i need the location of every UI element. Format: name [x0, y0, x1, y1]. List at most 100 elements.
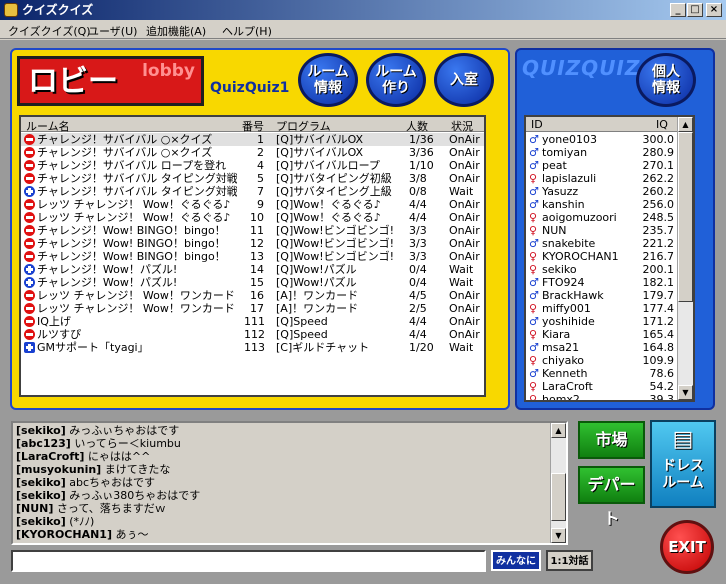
window-titlebar[interactable]: クイズクイズ — [0, 0, 726, 20]
table-row[interactable]: ルツすぴ 112 [Q]Speed 4/4 OnAir — [21, 328, 484, 341]
user-iq: 300.0 — [642, 133, 675, 146]
user-iq: 200.1 — [642, 263, 675, 276]
user-row[interactable]: ♂ Yasuzz 260.2 — [526, 185, 681, 198]
exit-button[interactable]: EXIT — [660, 520, 714, 574]
table-row[interactable]: レッツ チャレンジ！ Wow！ぐるぐる♪ 10 [Q]Wow！ぐるぐる♪ 4/4 OnA… — [21, 211, 484, 224]
col-number[interactable]: 番号 — [242, 118, 264, 134]
maximize-button[interactable]: □ — [687, 3, 703, 17]
chat-scroll-down-icon[interactable]: ▼ — [551, 528, 566, 543]
user-row[interactable]: ♀ Kiara 165.4 — [526, 328, 681, 341]
user-row[interactable]: ♂ FTO924 182.1 — [526, 276, 681, 289]
menu-addons[interactable]: 追加機能(A) — [146, 23, 206, 39]
profile-button[interactable]: 個人 情報 — [636, 53, 696, 107]
user-row[interactable]: ♂ tomiyan 280.9 — [526, 146, 681, 159]
room-info-button[interactable]: ルーム 情報 — [298, 53, 358, 107]
chat-input[interactable] — [11, 550, 486, 572]
lobby-logo-text: ロビー — [28, 64, 118, 99]
dress-room-button[interactable]: ▤ ドレス ルーム — [650, 420, 716, 508]
chat-text: にゃはは^^ — [84, 450, 151, 463]
table-row[interactable]: レッツ チャレンジ！ Wow！ワンカード 16 [A]！ワンカード 4/5 OnAir — [21, 289, 484, 302]
female-icon: ♀ — [529, 380, 538, 393]
table-row[interactable]: レッツ チャレンジ！ Wow！ぐるぐる♪ 9 [Q]Wow！ぐるぐる♪ 4/4 OnAi… — [21, 198, 484, 211]
user-row[interactable]: ♀ miffy001 177.4 — [526, 302, 681, 315]
room-number: 14 — [250, 263, 264, 276]
table-row[interactable]: チャレンジ！Wow! BINGO！bingo！ 12 [Q]Wow!ビンゴビンゴ! 3… — [21, 237, 484, 250]
room-name: チャレンジ！サバイバル ○×クイズ — [37, 146, 213, 159]
user-row[interactable]: ♀ LaraCroft 54.2 — [526, 380, 681, 393]
menu-help[interactable]: ヘルプ(H) — [222, 23, 272, 39]
user-id: miffy001 — [542, 302, 591, 315]
user-row[interactable]: ♀ sekiko 200.1 — [526, 263, 681, 276]
room-name: レッツ チャレンジ！ Wow！ぐるぐる♪ — [37, 211, 231, 224]
chat-scroll-thumb[interactable] — [551, 473, 566, 521]
table-row[interactable]: レッツ チャレンジ！ Wow！ワンカード 17 [A]！ワンカード 2/5 OnAir — [21, 302, 484, 315]
user-row[interactable]: ♂ Kenneth 78.6 — [526, 367, 681, 380]
market-button[interactable]: 市場 — [578, 421, 645, 459]
col-count[interactable]: 人数 — [406, 118, 428, 134]
everyone-button[interactable]: みんなに — [491, 550, 541, 571]
male-icon: ♂ — [529, 198, 539, 211]
col-iq[interactable]: IQ — [656, 118, 668, 131]
user-row[interactable]: ♀ homx2 39.3 — [526, 393, 681, 400]
table-row[interactable]: チャレンジ！サバイバル タイピング対戦 7 [Q]サバタイピング上級 0/8 Wait — [21, 185, 484, 198]
table-row[interactable]: チャレンジ！サバイバル ○×クイズ 2 [Q]サバイバルOX 3/36 OnAir — [21, 146, 484, 159]
table-row[interactable]: チャレンジ！Wow！パズル! 14 [Q]Wow!パズル 0/4 Wait — [21, 263, 484, 276]
close-button[interactable]: × — [706, 3, 722, 17]
user-row[interactable]: ♀ NUN 235.7 — [526, 224, 681, 237]
user-row[interactable]: ♂ yoshihide 171.2 — [526, 315, 681, 328]
room-program: [A]！ワンカード — [276, 302, 359, 315]
user-row[interactable]: ♂ snakebite 221.2 — [526, 237, 681, 250]
room-full-icon — [24, 290, 35, 301]
menu-user[interactable]: ユーザ(U) — [88, 23, 137, 39]
col-id[interactable]: ID — [531, 118, 543, 131]
user-id: msa21 — [542, 341, 580, 354]
chat-message: [musyokunin] まけてきたな — [16, 464, 170, 476]
user-row[interactable]: ♀ chiyako 109.9 — [526, 354, 681, 367]
department-store-button[interactable]: デパート — [578, 466, 645, 528]
table-row[interactable]: チャレンジ！サバイバル ロープを登れ 4 [Q]サバイバルロープ 1/10 OnAir — [21, 159, 484, 172]
table-row[interactable]: チャレンジ！Wow! BINGO！bingo！ 13 [Q]Wow!ビンゴビンゴ! 3… — [21, 250, 484, 263]
user-list-header: ID IQ — [526, 117, 693, 132]
enter-room-button[interactable]: 入室 — [434, 53, 494, 107]
lobby-logo: ロビー lobby — [17, 56, 204, 106]
table-row[interactable]: IQ上げ 111 [Q]Speed 4/4 OnAir — [21, 315, 484, 328]
user-row[interactable]: ♀ KYOROCHAN1 216.7 — [526, 250, 681, 263]
chat-message: [NUN] さって、落ちますだｗ — [16, 503, 166, 515]
chat-message: [sekiko] (*ﾉﾉ) — [16, 516, 94, 528]
user-row[interactable]: ♂ kanshin 256.0 — [526, 198, 681, 211]
user-iq: 182.1 — [642, 276, 675, 289]
chat-scroll-up-icon[interactable]: ▲ — [551, 423, 566, 438]
room-count: 0/8 — [409, 185, 427, 198]
room-program: [Q]Wow!パズル — [276, 263, 357, 276]
menu-quiz[interactable]: クイズクイズ(Q) — [8, 23, 91, 39]
table-row[interactable]: チャレンジ！Wow! BINGO！bingo！ 11 [Q]Wow!ビンゴビンゴ! 3… — [21, 224, 484, 237]
table-row[interactable]: チャレンジ！Wow！パズル! 15 [Q]Wow!パズル 0/4 Wait — [21, 276, 484, 289]
col-room-name[interactable]: ルーム名 — [26, 118, 70, 134]
chat-user: [abc123] — [16, 437, 71, 450]
one-on-one-button[interactable]: 1:1対話 — [546, 550, 593, 571]
room-name: GMサポート「tyagi」 — [37, 341, 149, 354]
scroll-up-icon[interactable]: ▲ — [678, 117, 693, 132]
user-row[interactable]: ♂ yone0103 300.0 — [526, 133, 681, 146]
user-row[interactable]: ♂ BrackHawk 179.7 — [526, 289, 681, 302]
table-row[interactable]: チャレンジ！サバイバル ○×クイズ 1 [Q]サバイバルOX 1/36 OnAir — [21, 133, 484, 146]
col-status[interactable]: 状況 — [451, 118, 473, 134]
user-iq: 262.2 — [642, 172, 675, 185]
room-count: 1/10 — [409, 159, 434, 172]
user-row[interactable]: ♀ aoigomuzoori 248.5 — [526, 211, 681, 224]
room-number: 5 — [257, 172, 264, 185]
table-row[interactable]: GMサポート「tyagi」 113 [C]ギルドチャット 1/20 Wait — [21, 341, 484, 354]
scroll-down-icon[interactable]: ▼ — [678, 385, 693, 400]
user-row[interactable]: ♂ peat 270.1 — [526, 159, 681, 172]
minimize-button[interactable]: _ — [670, 3, 686, 17]
user-row[interactable]: ♀ lapislazuli 262.2 — [526, 172, 681, 185]
table-row[interactable]: チャレンジ！サバイバル タイピング対戦 5 [Q]サバタイピング初級 3/8 OnAir — [21, 172, 484, 185]
col-program[interactable]: プログラム — [276, 118, 331, 134]
chat-user: [KYOROCHAN1] — [16, 528, 112, 541]
user-list-scrollbar[interactable]: ▲ ▼ — [677, 117, 693, 400]
server-name: QuizQuiz1 — [210, 80, 290, 96]
user-row[interactable]: ♂ msa21 164.8 — [526, 341, 681, 354]
scroll-thumb[interactable] — [678, 132, 693, 302]
chat-scrollbar[interactable]: ▲ ▼ — [550, 423, 566, 543]
create-room-button[interactable]: ルーム 作り — [366, 53, 426, 107]
